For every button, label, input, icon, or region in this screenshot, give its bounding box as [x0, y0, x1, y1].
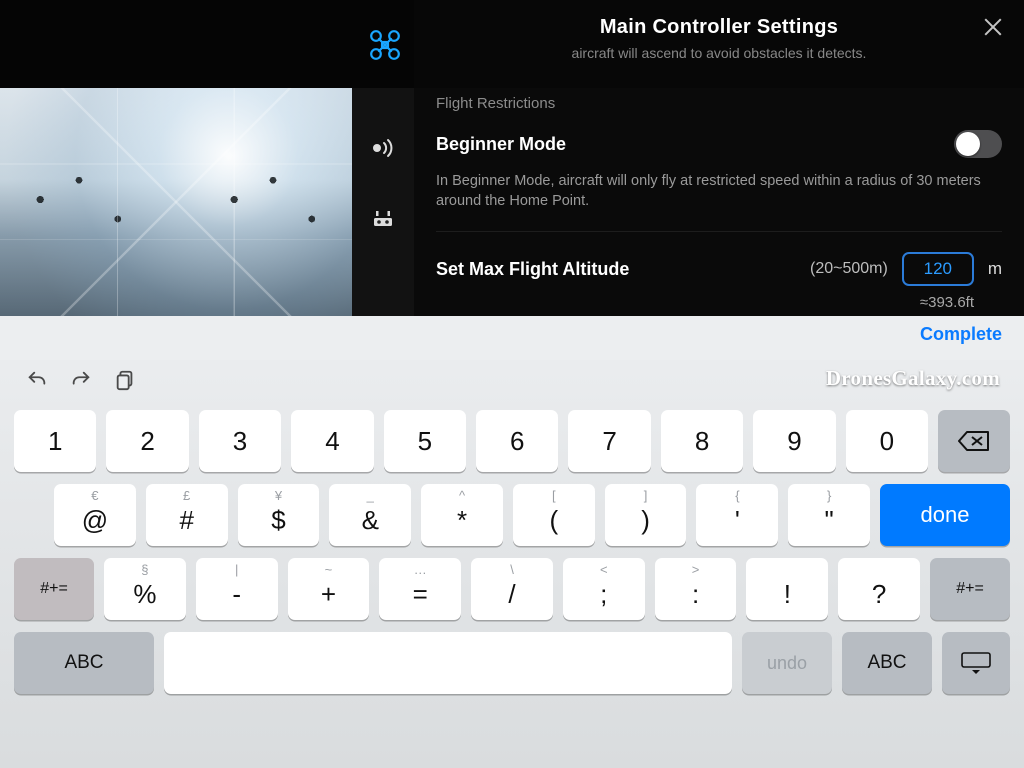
max-altitude-feet: ≈393.6ft: [436, 294, 1002, 311]
key--[interactable]: |-: [196, 558, 278, 620]
close-icon[interactable]: [982, 16, 1004, 38]
key-*[interactable]: ^*: [421, 484, 503, 546]
backspace-key[interactable]: [938, 410, 1010, 472]
key-0[interactable]: 0: [846, 410, 928, 472]
settings-panel: Main Controller Settings aircraft will a…: [414, 0, 1024, 316]
symbols-shift-right[interactable]: #+=: [930, 558, 1010, 620]
keyboard-area: Complete DronesGalaxy.com 1234567890 €@£…: [0, 316, 1024, 768]
key-4[interactable]: 4: [291, 410, 373, 472]
section-header: Flight Restrictions: [436, 95, 1002, 112]
key-3[interactable]: 3: [199, 410, 281, 472]
watermark-text: DronesGalaxy.com: [826, 366, 1000, 391]
key-:[interactable]: >:: [655, 558, 737, 620]
onscreen-keyboard: 1234567890 €@£#¥$_&^*[(]){'}"done #+=§%|…: [0, 400, 1024, 708]
spacebar-key[interactable]: [164, 632, 732, 694]
camera-feed: [0, 88, 352, 316]
key-![interactable]: !: [746, 558, 828, 620]
undo-key[interactable]: undo: [742, 632, 832, 694]
key-6[interactable]: 6: [476, 410, 558, 472]
clipboard-icon[interactable]: [114, 369, 136, 391]
beginner-mode-description: In Beginner Mode, aircraft will only fly…: [436, 172, 1002, 211]
beginner-mode-row: Beginner Mode: [436, 130, 1002, 158]
signal-icon[interactable]: [371, 136, 395, 160]
max-altitude-row: Set Max Flight Altitude (20~500m) m: [436, 252, 1002, 286]
complete-button[interactable]: Complete: [920, 324, 1002, 345]
panel-title: Main Controller Settings: [436, 16, 1002, 39]
max-altitude-unit: m: [988, 259, 1002, 279]
symbols-shift-left[interactable]: #+=: [14, 558, 94, 620]
key-9[interactable]: 9: [753, 410, 835, 472]
hide-keyboard-key[interactable]: [942, 632, 1010, 694]
key-$[interactable]: ¥$: [238, 484, 320, 546]
key-#[interactable]: £#: [146, 484, 228, 546]
done-key[interactable]: done: [880, 484, 1010, 546]
beginner-mode-toggle[interactable]: [954, 130, 1002, 158]
key-7[interactable]: 7: [568, 410, 650, 472]
max-altitude-input[interactable]: [902, 252, 974, 286]
key-'[interactable]: {': [696, 484, 778, 546]
key-/[interactable]: \/: [471, 558, 553, 620]
key-;[interactable]: <;: [563, 558, 645, 620]
keyboard-toolbar: DronesGalaxy.com: [0, 360, 1024, 400]
max-altitude-range: (20~500m): [810, 260, 888, 278]
key-([interactable]: [(: [513, 484, 595, 546]
clipped-prev-setting: aircraft will ascend to avoid obstacles …: [436, 45, 1002, 61]
beginner-mode-label: Beginner Mode: [436, 134, 954, 155]
key-5[interactable]: 5: [384, 410, 466, 472]
redo-icon[interactable]: [70, 369, 92, 391]
key-8[interactable]: 8: [661, 410, 743, 472]
key-"[interactable]: }": [788, 484, 870, 546]
abc-key-left[interactable]: ABC: [14, 632, 154, 694]
key-@[interactable]: €@: [54, 484, 136, 546]
undo-icon[interactable]: [26, 369, 48, 391]
abc-key-right[interactable]: ABC: [842, 632, 932, 694]
key-1[interactable]: 1: [14, 410, 96, 472]
key-?[interactable]: ?: [838, 558, 920, 620]
max-altitude-label: Set Max Flight Altitude: [436, 259, 796, 280]
controller-icon[interactable]: [371, 206, 395, 230]
key-2[interactable]: 2: [106, 410, 188, 472]
input-accessory-bar: Complete: [0, 316, 1024, 360]
drone-icon[interactable]: [370, 30, 400, 60]
key-=[interactable]: …=: [379, 558, 461, 620]
key-)[interactable]: ]): [605, 484, 687, 546]
key-%[interactable]: §%: [104, 558, 186, 620]
settings-sidebar: [352, 88, 414, 316]
key-&[interactable]: _&: [329, 484, 411, 546]
key-+[interactable]: ~+: [288, 558, 370, 620]
